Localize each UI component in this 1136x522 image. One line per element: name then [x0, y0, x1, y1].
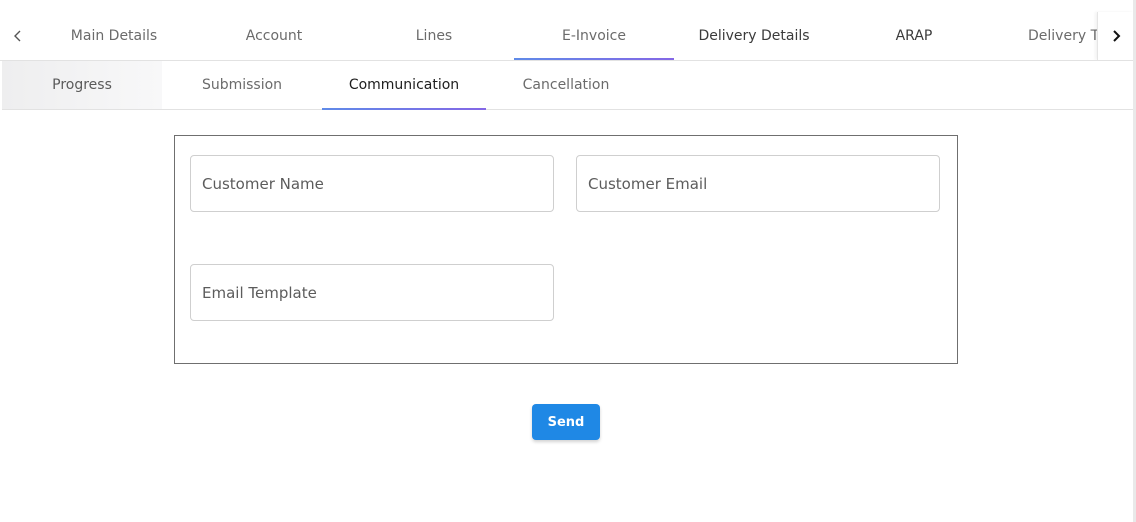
main-tab-bar: Main Details Account Lines E-Invoice Del… — [0, 0, 1133, 61]
subtab-communication[interactable]: Communication — [322, 61, 486, 110]
subtab-cancellation[interactable]: Cancellation — [486, 61, 646, 109]
tab-scroll-right-button[interactable] — [1097, 12, 1133, 60]
tab-account[interactable]: Account — [194, 12, 354, 60]
tab-arap[interactable]: ARAP — [834, 12, 994, 60]
tab-delivery-details[interactable]: Delivery Details — [674, 12, 834, 60]
communication-form — [174, 135, 958, 364]
customer-email-field — [576, 155, 940, 212]
tab-label: Main Details — [70, 28, 158, 44]
tab-label: Delivery Tr — [1028, 28, 1098, 44]
customer-email-input[interactable] — [577, 156, 939, 211]
tab-lines[interactable]: Lines — [354, 12, 514, 60]
tab-label: Lines — [415, 28, 453, 44]
tab-main-details[interactable]: Main Details — [34, 12, 194, 60]
chevron-right-icon — [1113, 30, 1121, 42]
tab-label: E-Invoice — [562, 28, 626, 44]
tab-scroll-left-button[interactable] — [2, 12, 34, 60]
page: Main Details Account Lines E-Invoice Del… — [0, 0, 1136, 522]
tab-label: Delivery Details — [698, 28, 810, 44]
subtab-label: Progress — [52, 77, 112, 93]
chevron-left-icon — [14, 30, 21, 42]
tab-e-invoice[interactable]: E-Invoice — [514, 12, 674, 60]
tab-label: ARAP — [895, 28, 933, 44]
subtab-label: Submission — [201, 77, 283, 93]
tab-label: Account — [245, 28, 303, 44]
tab-delivery-truncated[interactable]: Delivery Tr — [1014, 12, 1098, 60]
send-button[interactable]: Send — [532, 404, 600, 440]
subtab-submission[interactable]: Submission — [162, 61, 322, 109]
customer-name-input[interactable] — [191, 156, 553, 211]
subtab-label: Cancellation — [522, 77, 610, 93]
subtab-progress[interactable]: Progress — [2, 61, 162, 109]
customer-name-field — [190, 155, 554, 212]
e-invoice-sub-tab-bar: Progress Submission Communication Cancel… — [2, 61, 1133, 110]
email-template-field — [190, 264, 554, 321]
email-template-input[interactable] — [191, 265, 553, 320]
subtab-label: Communication — [348, 77, 460, 93]
